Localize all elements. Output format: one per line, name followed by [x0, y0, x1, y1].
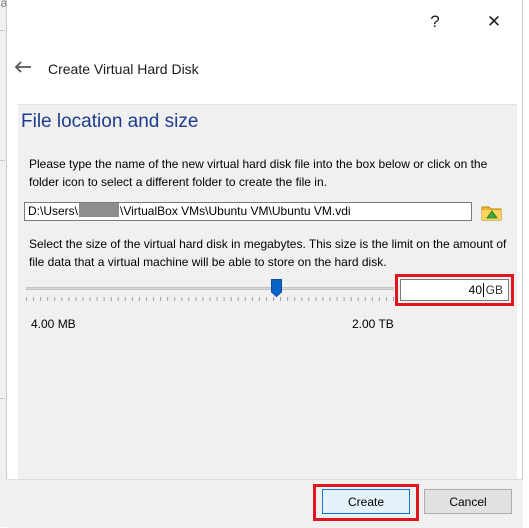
close-icon[interactable]: ✕: [474, 6, 514, 38]
cancel-button[interactable]: Cancel: [424, 489, 512, 514]
parent-window-line: [0, 398, 5, 399]
slider-min-label: 4.00 MB: [31, 317, 76, 331]
size-slider-track[interactable]: [26, 287, 394, 290]
back-arrow-icon[interactable]: [12, 56, 34, 78]
size-description: Select the size of the virtual hard disk…: [29, 237, 507, 269]
parent-window-line: [0, 160, 5, 161]
help-icon[interactable]: ?: [415, 6, 455, 38]
wizard-title: Create Virtual Hard Disk: [48, 61, 199, 77]
size-slider-ticks: [26, 297, 394, 301]
slider-max-label: 2.00 TB: [352, 317, 394, 331]
file-path-prefix: D:\Users\: [28, 204, 79, 218]
redacted-username: [79, 203, 120, 217]
size-input-highlight: [395, 274, 514, 306]
size-slider-thumb[interactable]: [270, 279, 282, 298]
file-path-suffix: \VirtualBox VMs\Ubuntu VM\Ubuntu VM.vdi: [120, 204, 351, 218]
file-path-input[interactable]: D:\Users\ \VirtualBox VMs\Ubuntu VM\Ubunt…: [24, 202, 472, 221]
create-button-highlight: [313, 484, 419, 521]
file-location-description: Please type the name of the new virtual …: [29, 157, 488, 189]
section-title: File location and size: [21, 111, 199, 132]
folder-icon[interactable]: [481, 201, 503, 223]
parent-window-line: [0, 30, 5, 31]
